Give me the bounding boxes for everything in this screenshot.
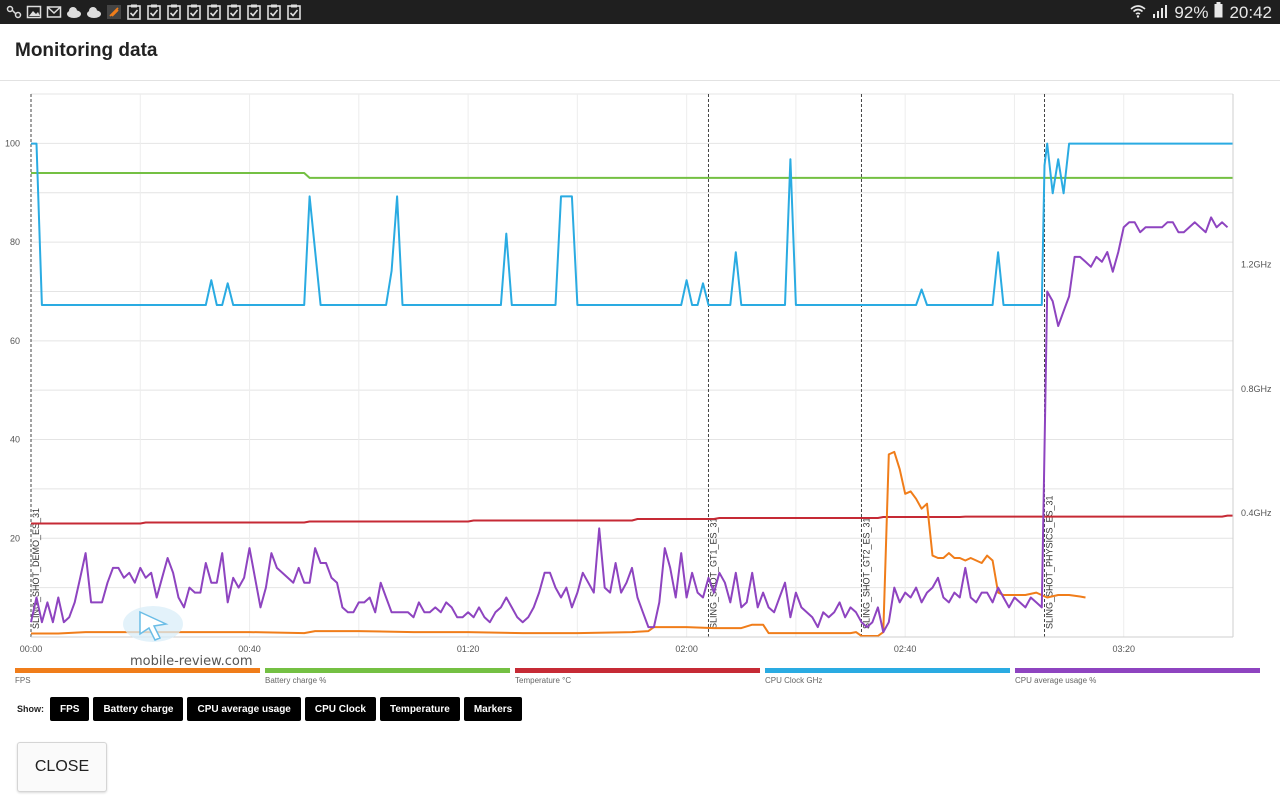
- task-icon: [286, 4, 302, 20]
- task-icon: [126, 4, 142, 20]
- legend-swatch: [765, 668, 1010, 673]
- cloud-icon: [86, 4, 102, 20]
- watermark-text: mobile-review.com: [130, 654, 253, 669]
- legend-label: CPU average usage %: [1015, 676, 1097, 685]
- y-tick-label-left: 40: [10, 435, 20, 445]
- marker-label: SLING_SHOT_PHYSICS_ES_31: [1045, 495, 1055, 629]
- series-battery: [31, 172, 1233, 179]
- series-cpu-clock: [31, 142, 1233, 306]
- legend-swatch: [1015, 668, 1260, 673]
- toggle-battery-button[interactable]: Battery charge: [93, 697, 184, 721]
- page-title: Monitoring data: [15, 40, 158, 61]
- x-tick-label: 00:40: [238, 644, 261, 654]
- legend-item: Battery charge %: [265, 668, 510, 685]
- task-icon: [266, 4, 282, 20]
- y-tick-label-left: 100: [5, 138, 20, 148]
- legend-item: CPU Clock GHz: [765, 668, 1010, 685]
- battery-icon: [1214, 2, 1223, 23]
- legend-label: Battery charge %: [265, 676, 327, 685]
- toggle-cpu-clock-button[interactable]: CPU Clock: [304, 697, 376, 721]
- legend-label: Temperature °C: [515, 676, 572, 685]
- legend-label: FPS: [15, 676, 31, 685]
- y-tick-label-right: 0.4GHz: [1241, 508, 1272, 518]
- close-button[interactable]: CLOSE: [17, 742, 107, 792]
- toggle-temperature-button[interactable]: Temperature: [380, 697, 460, 721]
- marker-label: SLING_SHOT_GT2_ES_31: [861, 517, 871, 629]
- image-icon: [26, 4, 42, 20]
- status-right: 92% 20:42: [1130, 2, 1272, 23]
- y-tick-label-right: 1.2GHz: [1241, 260, 1272, 270]
- x-tick-label: 01:20: [457, 644, 480, 654]
- y-tick-label-right: 0.8GHz: [1241, 384, 1272, 394]
- task-icon: [166, 4, 182, 20]
- notification-icons: [6, 4, 302, 20]
- show-toggles: Show: FPS Battery charge CPU average usage…: [17, 697, 523, 721]
- watermark: mobile-review.com: [118, 602, 252, 672]
- legend-swatch: [15, 668, 260, 673]
- task-icon: [186, 4, 202, 20]
- y-tick-label-left: 60: [10, 336, 20, 346]
- x-tick-label: 03:20: [1112, 644, 1135, 654]
- task-icon: [206, 4, 222, 20]
- clock-time: 20:42: [1229, 2, 1272, 22]
- task-icon: [226, 4, 242, 20]
- signal-icon: [1152, 3, 1168, 23]
- legend-swatch: [515, 668, 760, 673]
- toggle-markers-button[interactable]: Markers: [463, 697, 523, 721]
- gmail-icon: [46, 4, 62, 20]
- toggle-fps-button[interactable]: FPS: [50, 697, 90, 721]
- show-label: Show:: [17, 704, 44, 714]
- x-tick-label: 00:00: [20, 644, 43, 654]
- legend-item: FPS: [15, 668, 260, 685]
- y-tick-label-left: 20: [10, 533, 20, 543]
- task-icon: [146, 4, 162, 20]
- marker-label: SLING_SHOT_GT1_ES_31: [708, 517, 718, 629]
- app-icon: [106, 4, 122, 20]
- monitoring-chart: SLING_SHOT_DEMO_ES_31 SLING_SHOT_GT1_ES_3…: [5, 93, 1272, 654]
- dialog-header: Monitoring data: [0, 24, 1280, 81]
- task-icon: [246, 4, 262, 20]
- cloud-icon: [66, 4, 82, 20]
- chart-legend: FPS Battery charge % Temperature °C CPU Clo…: [15, 668, 1265, 688]
- watermark-logo-icon: [123, 606, 183, 642]
- legend-label: CPU Clock GHz: [765, 676, 823, 685]
- network-icon: [6, 4, 22, 20]
- legend-swatch: [265, 668, 510, 673]
- legend-item: CPU average usage %: [1015, 668, 1260, 685]
- wifi-icon: [1130, 3, 1146, 23]
- toggle-cpu-usage-button[interactable]: CPU average usage: [187, 697, 301, 721]
- x-tick-label: 02:40: [894, 644, 917, 654]
- status-bar: 92% 20:42: [0, 0, 1280, 24]
- legend-item: Temperature °C: [515, 668, 760, 685]
- chart-markers: SLING_SHOT_DEMO_ES_31 SLING_SHOT_GT1_ES_3…: [30, 94, 1055, 637]
- battery-percent: 92%: [1174, 2, 1209, 22]
- x-tick-label: 02:00: [675, 644, 698, 654]
- y-tick-label-left: 80: [10, 237, 20, 247]
